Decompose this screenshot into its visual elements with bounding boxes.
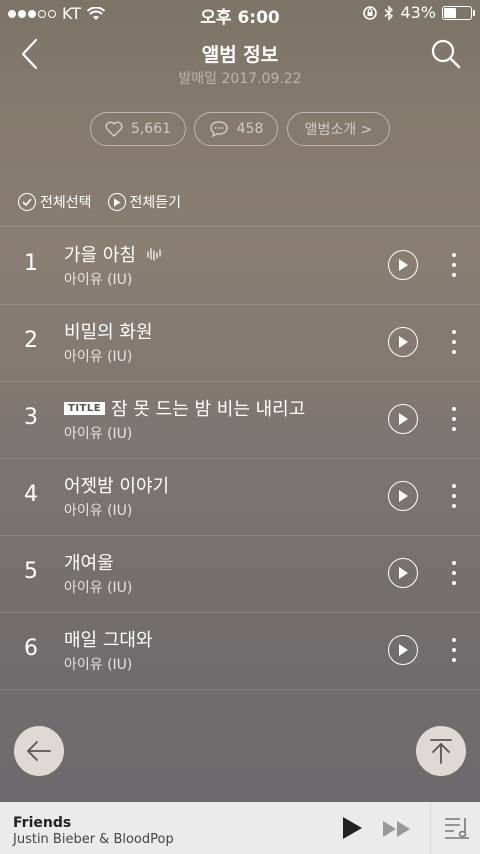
rotation-lock-icon <box>363 5 378 20</box>
track-number: 6 <box>24 636 38 661</box>
divider <box>0 689 480 690</box>
track-row[interactable]: 3 TITLE 잠 못 드는 밤 비는 내리고아이유 (IU) <box>0 381 480 458</box>
track-title: 비밀의 화원 <box>64 318 153 344</box>
album-intro-label: 앨범소개 > <box>304 122 373 138</box>
list-actions: 전체선택 전체듣기 <box>18 192 181 212</box>
play-track-button[interactable] <box>388 250 418 280</box>
track-title: 개여울 <box>64 549 114 575</box>
now-playing-artist: Justin Bieber & BloodPop <box>13 832 174 847</box>
track-title-text: 가을 아침 <box>64 245 136 266</box>
page-title: 앨범 정보 <box>201 44 279 66</box>
title-track-badge: TITLE <box>64 401 106 415</box>
more-vertical-icon[interactable] <box>444 251 464 279</box>
track-title-text: 잠 못 드는 밤 비는 내리고 <box>111 399 306 420</box>
track-artist: 아이유 (IU) <box>64 272 133 288</box>
track-title-text: 비밀의 화원 <box>64 322 153 343</box>
comment-icon <box>209 121 228 138</box>
track-number: 2 <box>24 328 38 353</box>
equalizer-icon <box>147 248 161 261</box>
track-artist: 아이유 (IU) <box>64 657 133 673</box>
more-vertical-icon[interactable] <box>444 328 464 356</box>
play-track-button[interactable] <box>388 481 418 511</box>
album-stats: 5,661 458 앨범소개 > <box>0 112 480 146</box>
release-date: 발매일 2017.09.22 <box>178 71 302 87</box>
heart-icon <box>105 121 123 137</box>
play-icon <box>399 336 408 348</box>
select-all-label: 전체선택 <box>40 195 92 211</box>
arrow-left-icon <box>27 741 51 761</box>
mini-player[interactable]: Friends Justin Bieber & BloodPop <box>0 802 480 854</box>
now-playing-title: Friends <box>13 815 72 831</box>
track-number: 3 <box>24 405 38 430</box>
play-icon <box>107 193 126 211</box>
divider <box>430 802 431 854</box>
track-title: 가을 아침 <box>64 241 162 267</box>
track-number: 5 <box>24 559 38 584</box>
track-artist: 아이유 (IU) <box>64 580 133 596</box>
album-intro-button[interactable]: 앨범소개 > <box>287 112 390 146</box>
track-row[interactable]: 5 개여울아이유 (IU) <box>0 535 480 612</box>
search-icon[interactable] <box>430 38 462 70</box>
play-track-button[interactable] <box>388 558 418 588</box>
track-artist: 아이유 (IU) <box>64 503 133 519</box>
play-track-button[interactable] <box>388 635 418 665</box>
track-number: 4 <box>24 482 38 507</box>
play-icon <box>399 259 408 271</box>
arrow-up-icon <box>430 739 452 764</box>
battery-percent: 43% <box>400 3 436 22</box>
comment-count: 458 <box>236 121 264 137</box>
track-row[interactable]: 6 매일 그대와아이유 (IU) <box>0 612 480 689</box>
check-icon <box>18 193 36 211</box>
track-title: TITLE 잠 못 드는 밤 비는 내리고 <box>64 395 305 421</box>
track-number: 1 <box>24 251 38 276</box>
more-vertical-icon[interactable] <box>444 636 464 664</box>
playlist-icon[interactable] <box>444 816 470 840</box>
like-button[interactable]: 5,661 <box>90 112 186 146</box>
track-title-text: 매일 그대와 <box>64 630 153 651</box>
battery-icon <box>442 5 475 20</box>
bluetooth-icon <box>384 4 394 21</box>
more-vertical-icon[interactable] <box>444 559 464 587</box>
track-row[interactable]: 1 가을 아침아이유 (IU) <box>0 227 480 304</box>
track-artist: 아이유 (IU) <box>64 426 133 442</box>
like-count: 5,661 <box>130 121 172 137</box>
play-all-label: 전체듣기 <box>129 195 182 211</box>
more-vertical-icon[interactable] <box>444 405 464 433</box>
track-row[interactable]: 4 어젯밤 이야기아이유 (IU) <box>0 458 480 535</box>
track-artist: 아이유 (IU) <box>64 349 133 365</box>
track-title-text: 어젯밤 이야기 <box>64 476 170 497</box>
fast-forward-icon[interactable] <box>382 820 412 838</box>
select-all-button[interactable]: 전체선택 <box>18 192 92 212</box>
play-icon <box>399 567 408 579</box>
track-title: 매일 그대와 <box>64 626 153 652</box>
play-icon[interactable] <box>340 816 364 840</box>
back-fab-button[interactable] <box>14 726 64 776</box>
play-all-button[interactable]: 전체듣기 <box>107 192 182 212</box>
status-bar: KT 오후 6:00 43% <box>0 0 480 28</box>
play-icon <box>399 490 408 502</box>
track-title: 어젯밤 이야기 <box>64 472 169 498</box>
status-right: 43% <box>362 3 475 22</box>
play-track-button[interactable] <box>388 404 418 434</box>
scroll-top-button[interactable] <box>416 726 466 776</box>
play-icon <box>399 644 408 656</box>
play-track-button[interactable] <box>388 327 418 357</box>
more-vertical-icon[interactable] <box>444 482 464 510</box>
play-icon <box>399 413 408 425</box>
track-row[interactable]: 2 비밀의 화원아이유 (IU) <box>0 304 480 381</box>
comment-button[interactable]: 458 <box>194 112 278 146</box>
track-title-text: 개여울 <box>64 553 114 574</box>
